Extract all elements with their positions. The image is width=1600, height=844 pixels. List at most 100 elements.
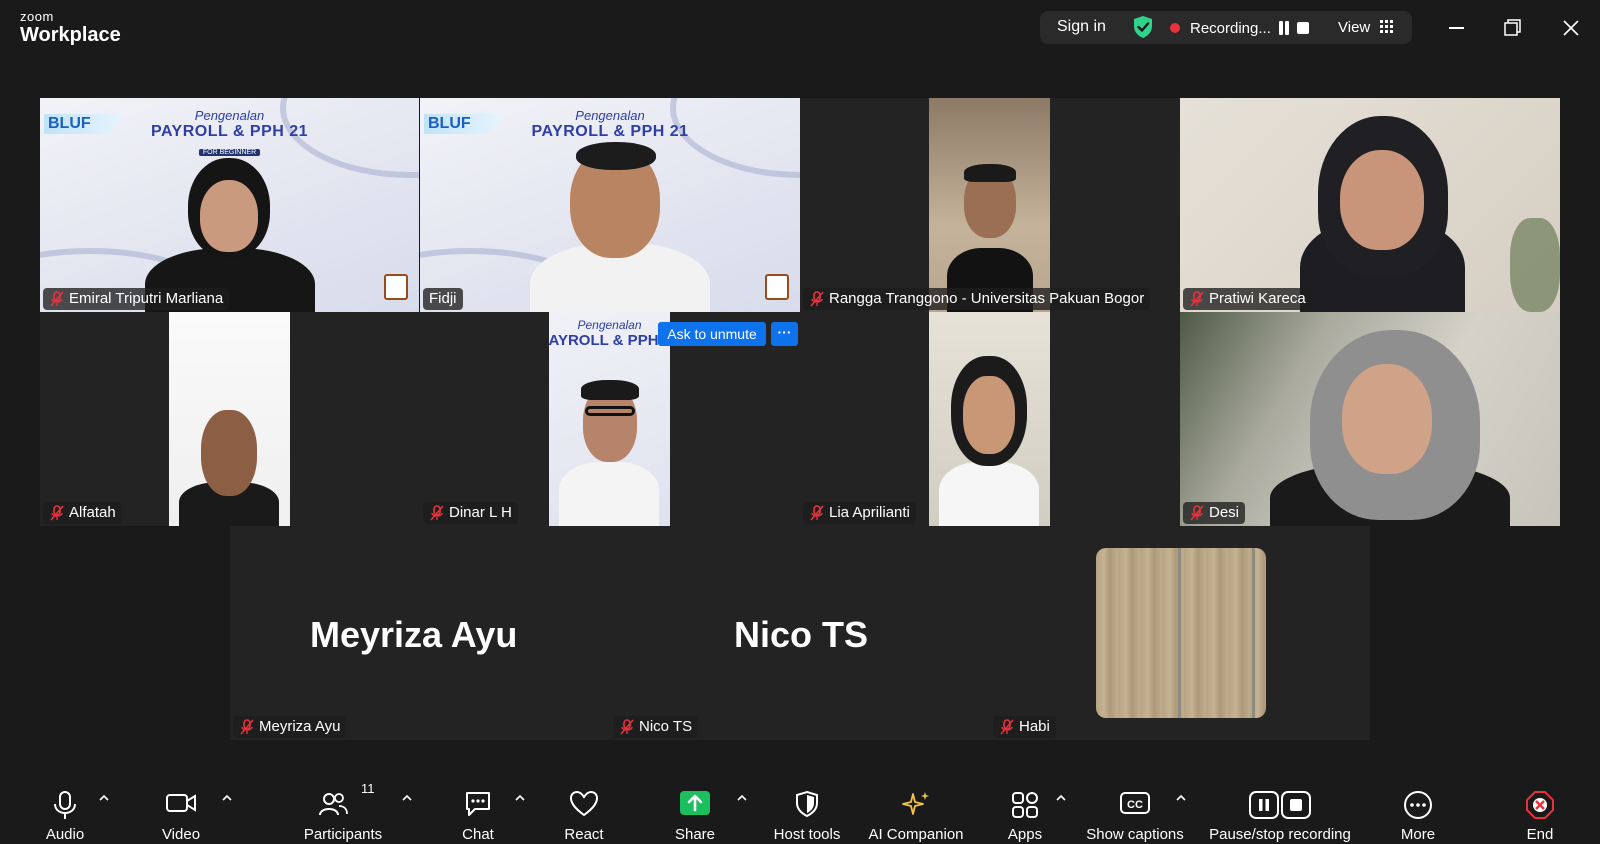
share-screen-button[interactable]: Share — [665, 778, 725, 844]
more-options-button[interactable]: ··· — [771, 322, 798, 346]
name-tag: Dinar L H — [423, 502, 518, 524]
restore-button[interactable] — [1498, 13, 1528, 43]
participant-name: Pratiwi Kareca — [1209, 290, 1306, 307]
end-meeting-button[interactable]: End — [1510, 778, 1570, 844]
apps-button[interactable]: Apps — [995, 778, 1055, 844]
mic-muted-icon — [810, 505, 824, 521]
easel-icon — [765, 274, 789, 300]
video-tile-nico[interactable]: Nico TS Nico TS — [610, 526, 990, 740]
video-tile-lia[interactable]: Lia Aprilianti — [800, 312, 1180, 526]
display-name: Nico TS — [734, 614, 869, 655]
slide-title: Pengenalan PAYROLL & PPH 21 FOR BEGINNER — [40, 108, 419, 159]
name-tag: Alfatah — [43, 502, 122, 524]
share-label: Share — [674, 826, 716, 843]
host-tools-label: Host tools — [773, 826, 841, 843]
logo-big-text: Workplace — [20, 24, 121, 46]
video-tile-habi[interactable]: Habi — [990, 526, 1370, 740]
participants-button[interactable]: 11 Participants — [295, 778, 391, 844]
chevron-up-icon[interactable] — [736, 792, 748, 804]
name-tag: Rangga Tranggono - Universitas Pakuan Bo… — [803, 288, 1151, 310]
sparkle-icon — [902, 792, 929, 815]
close-window-button[interactable] — [1556, 13, 1586, 43]
pause-recording-icon[interactable] — [1278, 21, 1290, 35]
plant-decoration — [1510, 218, 1560, 312]
display-name: Meyriza Ayu — [310, 614, 518, 655]
security-shield-icon[interactable] — [1132, 15, 1154, 39]
chat-icon — [466, 792, 490, 816]
participant-name: Habi — [1019, 718, 1050, 735]
video-tile-meyriza[interactable]: Meyriza Ayu Meyriza Ayu — [230, 526, 610, 740]
video-tile-alfatah[interactable]: Alfatah — [40, 312, 420, 526]
host-tools-button[interactable]: Host tools — [765, 778, 849, 844]
recording-indicator-dot — [1170, 23, 1180, 33]
mic-muted-icon — [430, 505, 444, 521]
video-button[interactable]: Video — [145, 778, 217, 844]
slide-title-line1: Pengenalan — [577, 318, 642, 332]
chevron-up-icon[interactable] — [98, 792, 110, 804]
video-tile-desi[interactable]: Desi — [1180, 312, 1560, 526]
show-captions-label: Show captions — [1086, 826, 1184, 843]
easel-icon — [384, 274, 408, 300]
react-button[interactable]: React — [555, 778, 613, 844]
participant-name: Lia Aprilianti — [829, 504, 910, 521]
chevron-up-icon[interactable] — [221, 792, 233, 804]
more-button[interactable]: More — [1388, 778, 1448, 844]
name-tag: Fidji — [423, 288, 463, 310]
chevron-up-icon[interactable] — [1175, 792, 1187, 804]
stop-recording-icon[interactable] — [1297, 22, 1309, 34]
name-tag: Pratiwi Kareca — [1183, 288, 1312, 310]
video-tile-rangga[interactable]: Rangga Tranggono - Universitas Pakuan Bo… — [800, 98, 1180, 312]
close-icon — [1563, 20, 1579, 36]
name-tag: Emiral Triputri Marliana — [43, 288, 230, 310]
sign-in-link[interactable]: Sign in — [1057, 18, 1106, 36]
svg-text:CC: CC — [1127, 799, 1143, 811]
participant-video — [929, 312, 1050, 526]
video-tile-pratiwi[interactable]: Pratiwi Kareca — [1180, 98, 1560, 312]
apps-label: Apps — [1007, 826, 1043, 843]
participant-name: Nico TS — [639, 718, 693, 735]
participants-count-badge: 11 — [361, 781, 375, 796]
video-tile-emiral[interactable]: BLUF Pengenalan PAYROLL & PPH 21 FOR BEG… — [40, 98, 419, 312]
mic-muted-icon — [1000, 719, 1014, 735]
chevron-up-icon[interactable] — [514, 792, 526, 804]
participants-label: Participants — [303, 826, 383, 843]
pause-stop-recording-icon — [1249, 791, 1311, 819]
participant-name: Emiral Triputri Marliana — [69, 290, 224, 307]
chat-button[interactable]: Chat — [450, 778, 506, 844]
show-captions-button[interactable]: CC Show captions — [1082, 778, 1188, 844]
share-screen-icon — [680, 791, 710, 815]
apps-icon — [1012, 792, 1038, 818]
ai-companion-button[interactable]: AI Companion — [866, 778, 966, 844]
participant-name: Rangga Tranggono - Universitas Pakuan Bo… — [829, 290, 1145, 307]
pause-stop-recording-button[interactable]: Pause/stop recording — [1200, 778, 1360, 844]
closed-captions-icon: CC — [1120, 792, 1150, 814]
shield-icon — [796, 790, 818, 818]
name-tag: Lia Aprilianti — [803, 502, 916, 524]
zoom-workplace-logo: zoom Workplace — [20, 10, 121, 45]
ask-to-unmute-button[interactable]: Ask to unmute — [658, 322, 766, 346]
slide-title-line1: Pengenalan — [575, 108, 645, 123]
mic-muted-icon — [50, 505, 64, 521]
minimize-button[interactable] — [1442, 13, 1472, 43]
meeting-toolbar: Audio Video 11 Participants Chat React S… — [0, 778, 1600, 844]
view-button[interactable]: View — [1338, 19, 1370, 36]
microphone-icon — [54, 791, 76, 819]
end-meeting-icon — [1526, 791, 1554, 819]
mic-muted-icon — [1190, 291, 1204, 307]
video-tile-fidji[interactable]: BLUF Pengenalan PAYROLL & PPH 21 FOR BEG… — [420, 98, 800, 312]
slide-title-line1: Pengenalan — [194, 108, 265, 123]
mic-muted-icon — [1190, 505, 1204, 521]
mic-muted-icon — [810, 291, 824, 307]
chevron-up-icon[interactable] — [401, 792, 413, 804]
heart-icon — [569, 790, 599, 817]
grid-view-icon[interactable] — [1380, 20, 1393, 33]
name-tag: Desi — [1183, 502, 1246, 524]
video-label: Video — [161, 826, 201, 843]
audio-button[interactable]: Audio — [30, 778, 100, 844]
name-tag: Meyriza Ayu — [233, 716, 347, 738]
restore-icon — [1504, 19, 1521, 36]
recording-status: Recording... — [1190, 20, 1271, 37]
participant-name: Dinar L H — [449, 504, 512, 521]
participant-video: Pengenalan PAYROLL & PPH 21 — [549, 312, 670, 526]
chevron-up-icon[interactable] — [1055, 792, 1067, 804]
